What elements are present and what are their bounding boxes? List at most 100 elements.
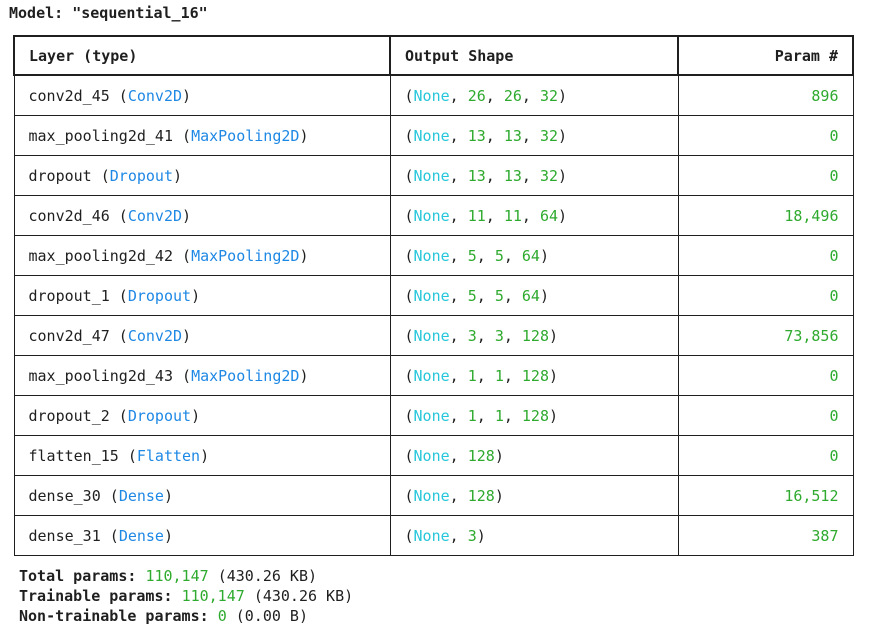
- shape-dim: 11: [467, 206, 486, 225]
- header-output-shape: Output Shape: [389, 35, 679, 76]
- param-count-cell: 0: [677, 395, 854, 436]
- shape-dim: 1: [494, 366, 504, 385]
- shape-dim: 32: [539, 126, 559, 145]
- layer-cell: dropout (Dropout): [13, 155, 391, 196]
- param-count-cell: 387: [677, 515, 854, 556]
- layer-type: Dropout: [127, 286, 192, 305]
- shape-dim: 3: [494, 326, 504, 345]
- non-trainable-params-row: Non-trainable params: 0 (0.00 B): [19, 606, 353, 626]
- trainable-params-value: 110,147: [181, 587, 245, 605]
- shape-dim: 26: [467, 86, 486, 105]
- shape-dim: 128: [521, 406, 549, 425]
- param-count-cell: 0: [677, 355, 854, 396]
- shape-batch-dim: None: [413, 166, 450, 185]
- layer-name: dense_30: [28, 486, 101, 505]
- param-count-cell: 0: [677, 275, 854, 316]
- shape-batch-dim: None: [413, 526, 450, 545]
- shape-dim: 5: [467, 246, 477, 265]
- layer-cell: dropout_1 (Dropout): [13, 275, 391, 316]
- table-row: flatten_15 (Flatten) (None, 128) 0: [13, 435, 854, 476]
- table-row: dense_30 (Dense) (None, 128) 16,512: [13, 475, 854, 516]
- shape-dim: 128: [467, 446, 495, 465]
- trainable-params-row: Trainable params: 110,147 (430.26 KB): [19, 586, 353, 606]
- layer-type: MaxPooling2D: [191, 246, 300, 265]
- layer-name: flatten_15: [28, 446, 119, 465]
- shape-batch-dim: None: [413, 366, 450, 385]
- output-shape-cell: (None, 1, 1, 128): [389, 355, 679, 396]
- param-count-cell: 18,496: [677, 195, 854, 236]
- table-header-row: Layer (type) Output Shape Param #: [13, 35, 854, 76]
- shape-batch-dim: None: [413, 86, 450, 105]
- table-row: max_pooling2d_41 (MaxPooling2D) (None, 13…: [13, 115, 854, 156]
- shape-dim: 1: [467, 406, 477, 425]
- total-params-row: Total params: 110,147 (430.26 KB): [19, 566, 353, 586]
- param-count: 0: [829, 406, 839, 425]
- shape-dim: 32: [539, 166, 559, 185]
- param-count: 73,856: [784, 326, 839, 345]
- layer-type: Conv2D: [127, 326, 183, 345]
- layer-cell: conv2d_46 (Conv2D): [13, 195, 391, 236]
- param-count-cell: 73,856: [677, 315, 854, 356]
- param-count: 16,512: [784, 486, 839, 505]
- total-params-size: (430.26 KB): [217, 567, 318, 585]
- layer-cell: conv2d_45 (Conv2D): [13, 74, 391, 116]
- shape-batch-dim: None: [413, 446, 450, 465]
- output-shape-cell: (None, 3, 3, 128): [389, 315, 679, 356]
- layer-cell: max_pooling2d_41 (MaxPooling2D): [13, 115, 391, 156]
- layer-type: MaxPooling2D: [191, 366, 300, 385]
- output-shape-cell: (None, 5, 5, 64): [389, 235, 679, 276]
- shape-dim: 1: [494, 406, 504, 425]
- shape-dim: 1: [467, 366, 477, 385]
- layer-name: max_pooling2d_42: [28, 246, 174, 265]
- table-row: max_pooling2d_43 (MaxPooling2D) (None, 1,…: [13, 355, 854, 396]
- layer-type: Dense: [118, 526, 164, 545]
- layer-name: max_pooling2d_43: [28, 366, 174, 385]
- shape-batch-dim: None: [413, 406, 450, 425]
- table-row: conv2d_47 (Conv2D) (None, 3, 3, 128) 73,85…: [13, 315, 854, 356]
- layer-cell: max_pooling2d_42 (MaxPooling2D): [13, 235, 391, 276]
- shape-dim: 128: [521, 366, 549, 385]
- header-param-count: Param #: [677, 35, 854, 76]
- table-body: conv2d_45 (Conv2D) (None, 26, 26, 32) 896 m…: [13, 74, 854, 556]
- shape-dim: 128: [467, 486, 495, 505]
- output-shape-cell: (None, 5, 5, 64): [389, 275, 679, 316]
- shape-batch-dim: None: [413, 246, 450, 265]
- shape-dim: 5: [467, 286, 477, 305]
- trainable-params-size: (430.26 KB): [253, 587, 354, 605]
- total-params-label: Total params:: [19, 567, 137, 585]
- layer-type: Flatten: [136, 446, 201, 465]
- shape-dim: 128: [521, 326, 549, 345]
- table-row: dropout (Dropout) (None, 13, 13, 32) 0: [13, 155, 854, 196]
- layer-name: dropout_2: [28, 406, 110, 425]
- layer-type: Conv2D: [127, 206, 183, 225]
- shape-dim: 3: [467, 526, 477, 545]
- shape-dim: 64: [521, 286, 540, 305]
- layer-type: MaxPooling2D: [191, 126, 300, 145]
- shape-dim: 64: [539, 206, 559, 225]
- param-totals: Total params: 110,147 (430.26 KB) Traina…: [19, 566, 353, 626]
- non-trainable-params-size: (0.00 B): [235, 607, 308, 625]
- table-row: conv2d_46 (Conv2D) (None, 11, 11, 64) 18,4…: [13, 195, 854, 236]
- layer-cell: conv2d_47 (Conv2D): [13, 315, 391, 356]
- param-count: 18,496: [784, 206, 839, 225]
- output-shape-cell: (None, 13, 13, 32): [389, 115, 679, 156]
- param-count: 0: [829, 166, 839, 185]
- layer-type: Dense: [118, 486, 164, 505]
- header-layer-type: Layer (type): [13, 35, 391, 76]
- output-shape-cell: (None, 13, 13, 32): [389, 155, 679, 196]
- shape-dim: 13: [503, 166, 522, 185]
- table-row: dropout_2 (Dropout) (None, 1, 1, 128) 0: [13, 395, 854, 436]
- layer-cell: flatten_15 (Flatten): [13, 435, 391, 476]
- total-params-value: 110,147: [145, 567, 209, 585]
- shape-dim: 32: [539, 86, 559, 105]
- shape-batch-dim: None: [413, 326, 450, 345]
- layer-type: Dropout: [109, 166, 173, 185]
- output-shape-cell: (None, 11, 11, 64): [389, 195, 679, 236]
- table-row: dropout_1 (Dropout) (None, 5, 5, 64) 0: [13, 275, 854, 316]
- param-count: 0: [829, 286, 839, 305]
- output-shape-cell: (None, 128): [389, 435, 679, 476]
- shape-dim: 5: [494, 286, 504, 305]
- output-shape-cell: (None, 26, 26, 32): [389, 74, 679, 116]
- param-count-cell: 16,512: [677, 475, 854, 516]
- shape-batch-dim: None: [413, 206, 450, 225]
